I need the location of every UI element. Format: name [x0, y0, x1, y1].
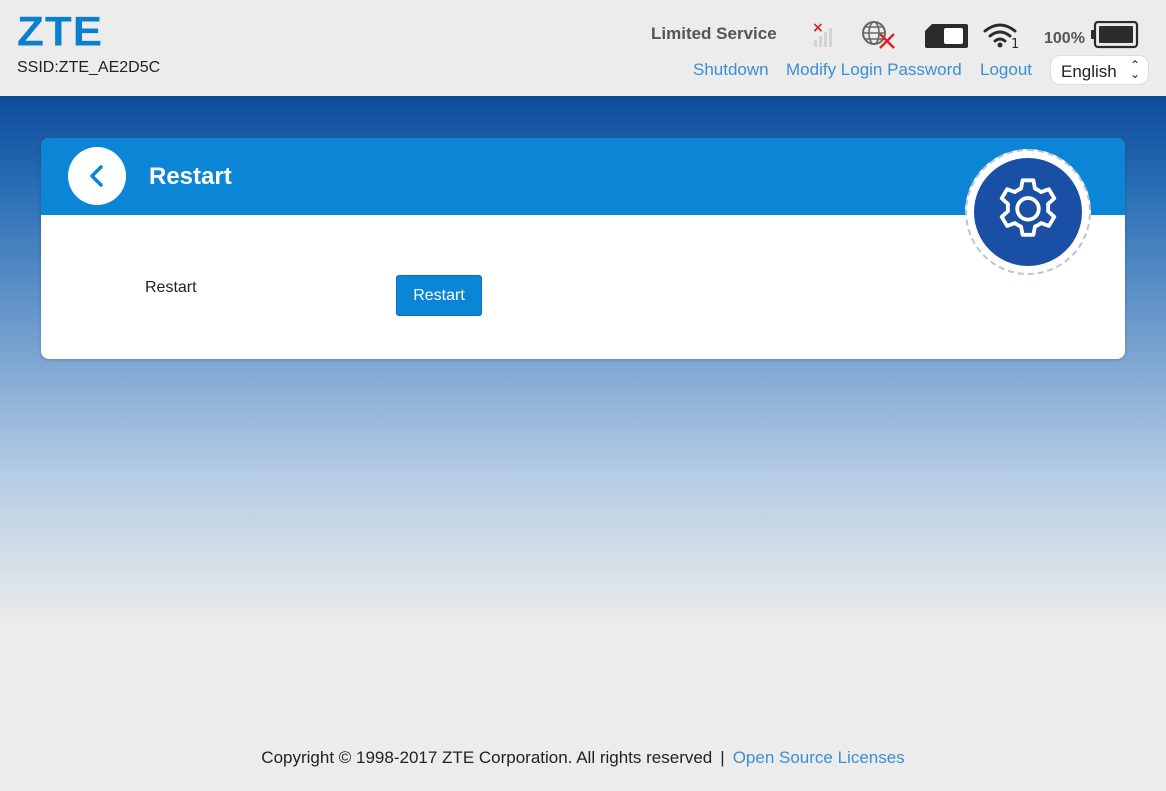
top-header: ZTE SSID:ZTE_AE2D5C Limited Service × 1 … [0, 0, 1166, 96]
globe-disconnected-icon [860, 20, 898, 50]
language-select[interactable]: English ⌃ ⌄ [1050, 55, 1149, 85]
panel-header: Restart [41, 138, 1125, 215]
battery-percent: 100% [1044, 30, 1085, 47]
copyright-text: Copyright © 1998-2017 ZTE Corporation. A… [261, 748, 713, 767]
restart-row-label: Restart [145, 279, 197, 296]
language-selected-value: English [1061, 62, 1117, 81]
gear-circle [974, 158, 1082, 266]
gear-icon [999, 178, 1057, 237]
restart-button[interactable]: Restart [396, 275, 482, 316]
battery-icon [1090, 21, 1140, 49]
restart-panel: Restart Restart Restart [41, 138, 1125, 359]
footer-separator: | [720, 748, 725, 767]
back-button[interactable] [68, 147, 126, 205]
logout-link[interactable]: Logout [980, 60, 1032, 80]
wifi-icon: 1 [983, 22, 1023, 50]
ssid-label: SSID:ZTE_AE2D5C [17, 59, 161, 76]
panel-title: Restart [149, 163, 232, 190]
shutdown-link[interactable]: Shutdown [693, 60, 769, 80]
sim-card-icon [924, 23, 969, 49]
svg-text:×: × [812, 20, 824, 36]
footer: Copyright © 1998-2017 ZTE Corporation. A… [0, 748, 1166, 768]
modify-login-password-link[interactable]: Modify Login Password [786, 60, 962, 80]
zte-logo: ZTE [17, 8, 104, 55]
settings-badge [965, 149, 1091, 275]
updown-chevron-icon: ⌃ ⌄ [1129, 58, 1140, 81]
open-source-licenses-link[interactable]: Open Source Licenses [733, 748, 905, 767]
signal-strength-icon: × [812, 20, 840, 48]
chevron-left-icon [90, 165, 103, 187]
svg-text:1: 1 [1011, 37, 1019, 50]
network-status-text: Limited Service [651, 24, 777, 43]
